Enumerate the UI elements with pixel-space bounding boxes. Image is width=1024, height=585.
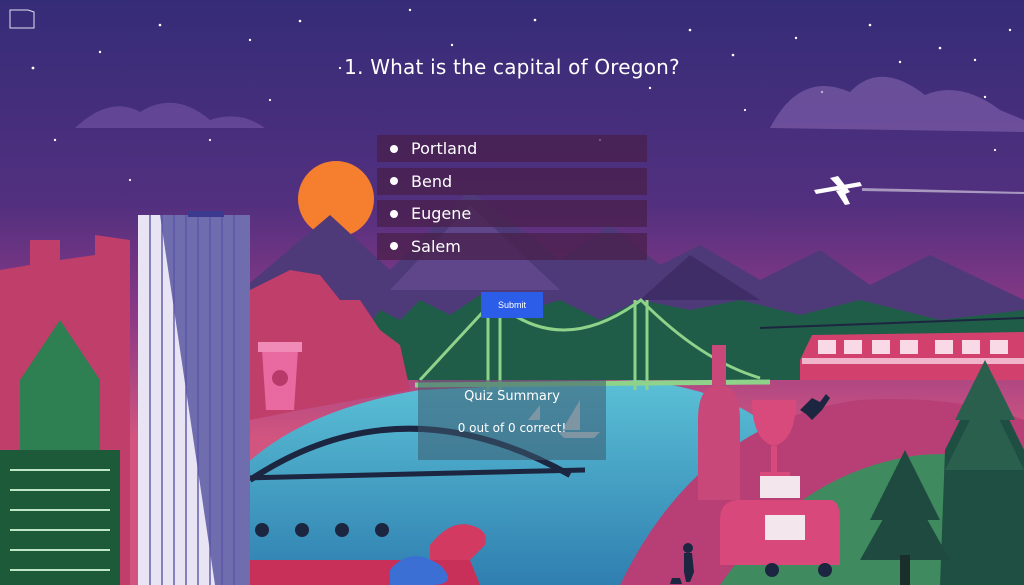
option-eugene[interactable]: Eugene: [377, 200, 647, 227]
tall-tower: [138, 211, 250, 585]
bullet-icon: [390, 242, 398, 250]
submit-button[interactable]: Submit: [481, 292, 543, 318]
option-label: Eugene: [411, 204, 472, 223]
option-label: Bend: [411, 171, 453, 191]
option-label: Salem: [411, 236, 461, 256]
option-bend[interactable]: Bend: [377, 167, 647, 195]
option-label: Portland: [411, 139, 478, 158]
quiz-summary-panel: Quiz Summary 0 out of 0 correct!: [418, 380, 606, 460]
option-salem[interactable]: Salem: [377, 232, 647, 260]
summary-title: Quiz Summary: [464, 389, 560, 404]
bullet-icon: [390, 209, 398, 218]
question-text: 1. What is the capital of Oregon?: [344, 55, 680, 79]
bullet-icon: [390, 144, 398, 153]
answer-options: Portland Bend Eugene Salem: [377, 135, 647, 265]
bullet-icon: [390, 177, 398, 185]
oregon-logo-icon: [9, 9, 35, 29]
summary-score: 0 out of 0 correct!: [457, 421, 567, 435]
option-portland[interactable]: Portland: [377, 135, 647, 162]
